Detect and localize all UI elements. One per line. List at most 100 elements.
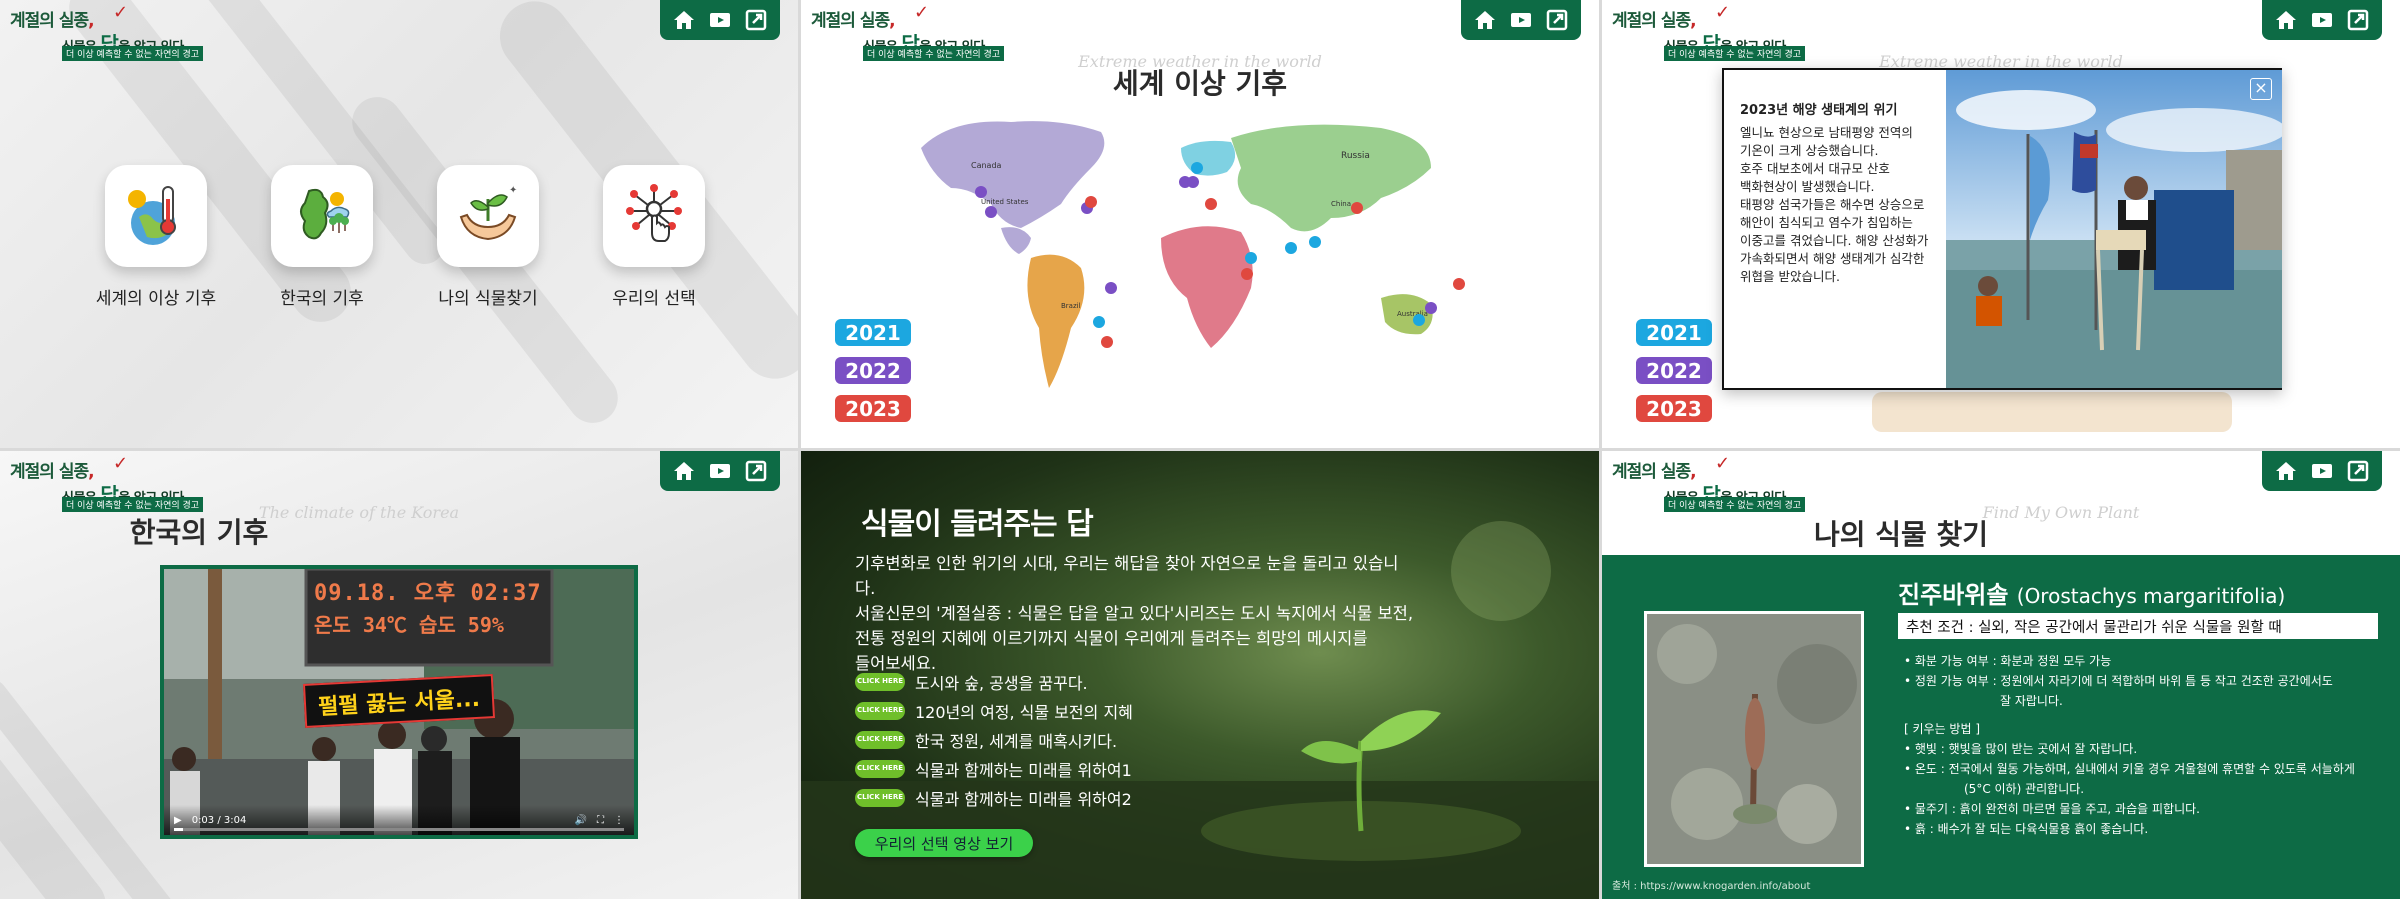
logo[interactable]: 계절의 실종, ✓ 식물은 답을 알고 있다. 더 이상 예측할 수 없는 자연…: [10, 2, 220, 62]
page-title: 식물이 들려주는 답: [861, 507, 1094, 542]
external-link-icon[interactable]: [742, 457, 770, 485]
popup-line: 태평양 섬국가들은 해수면 상승으로: [1740, 197, 1925, 212]
home-icon[interactable]: [2272, 457, 2300, 485]
fullscreen-icon[interactable]: ⛶: [597, 815, 604, 826]
our-choice-card[interactable]: [603, 165, 705, 267]
article-link[interactable]: CLICK HERE 120년의 여정, 식물 보전의 지혜: [855, 696, 1275, 725]
map-pin-2021[interactable]: [1093, 316, 1105, 328]
network-hand-icon: [626, 184, 682, 242]
external-link-icon[interactable]: [1543, 6, 1571, 34]
popup-line: 가속화되면서 해양 생태계가 심각한: [1740, 251, 1925, 266]
home-panel: 계절의 실종, ✓ 식물은 답을 알고 있다. 더 이상 예측할 수 없는 자연…: [0, 0, 798, 448]
home-item-label: 우리의 선택: [612, 289, 696, 309]
popup-line: 엘니뇨 현상으로 남태평양 전역의: [1740, 125, 1913, 140]
click-here-badge[interactable]: CLICK HERE: [855, 730, 905, 749]
logo-tagline: 더 이상 예측할 수 없는 자연의 경고: [62, 46, 204, 61]
volume-icon[interactable]: 🔊: [575, 815, 587, 826]
year-2023-button[interactable]: 2023: [835, 395, 911, 422]
my-plant-panel: 계절의 실종, ✓ 식물은 답을 알고 있다. 더 이상 예측할 수 없는 자연…: [1602, 451, 2400, 899]
year-2023-button[interactable]: 2023: [1636, 395, 1712, 422]
play-icon[interactable]: ▶: [174, 815, 182, 826]
click-here-badge[interactable]: CLICK HERE: [855, 788, 905, 807]
world-climate-card[interactable]: [105, 165, 207, 267]
play-icon[interactable]: [2308, 457, 2336, 485]
article-link[interactable]: CLICK HERE 도시와 숲, 공생을 꿈꾸다.: [855, 667, 1275, 696]
plant-photo: [1644, 611, 1864, 867]
watch-video-button[interactable]: 우리의 선택 영상 보기: [855, 829, 1033, 857]
external-link-icon[interactable]: [2344, 6, 2372, 34]
external-link-icon[interactable]: [2344, 457, 2372, 485]
top-nav: [2262, 451, 2382, 491]
top-nav: [660, 0, 780, 40]
close-button[interactable]: ×: [2250, 78, 2272, 100]
popup-line: 해안이 침식되고 염수가 침입하는: [1740, 215, 1913, 230]
popup-line: 기온이 크게 상승했습니다.: [1740, 143, 1879, 158]
top-nav: [1461, 0, 1581, 40]
article-list: CLICK HERE 도시와 숲, 공생을 꿈꾸다. CLICK HERE 120년…: [855, 667, 1275, 812]
popup-line: 호주 대보초에서 대규모 산호: [1740, 161, 1890, 176]
check-icon: ✓: [113, 2, 129, 23]
map-pin-2023[interactable]: [1205, 198, 1217, 210]
map-pin-2022[interactable]: [985, 206, 997, 218]
page-title: 나의 식물 찾기: [1813, 518, 1989, 551]
play-icon[interactable]: [706, 6, 734, 34]
home-item-label: 나의 식물찾기: [438, 289, 538, 309]
map-pin-2021[interactable]: [1191, 162, 1203, 174]
year-2022-button[interactable]: 2022: [1636, 357, 1712, 384]
map-pin-2021[interactable]: [1285, 242, 1297, 254]
click-here-badge[interactable]: CLICK HERE: [855, 759, 905, 778]
play-icon[interactable]: [2308, 6, 2336, 34]
map-pin-2023[interactable]: [1241, 268, 1253, 280]
home-item-label: 세계의 이상 기후: [95, 289, 217, 309]
video-progress-bar[interactable]: [174, 828, 624, 831]
my-plant-card[interactable]: ✦: [437, 165, 539, 267]
map-pin-2023[interactable]: [1453, 278, 1465, 290]
thermometer-globe-icon: [128, 186, 176, 245]
map-pin-2021[interactable]: [1413, 314, 1425, 326]
map-pin-2023[interactable]: [1101, 336, 1113, 348]
play-icon[interactable]: [1507, 6, 1535, 34]
top-nav: [2262, 0, 2382, 40]
source-link[interactable]: 출처 : https://www.knogarden.info/about: [1612, 877, 1810, 892]
article-link[interactable]: CLICK HERE 식물과 함께하는 미래를 위하여1: [855, 754, 1275, 783]
map-label: Canada: [971, 161, 1002, 170]
page-title: 한국의 기후: [129, 516, 269, 549]
check-icon: ✓: [1715, 2, 1731, 23]
article-link[interactable]: CLICK HERE 식물과 함께하는 미래를 위하여2: [855, 783, 1275, 812]
external-link-icon[interactable]: [742, 6, 770, 34]
plant-scientific-name: (Orostachys margaritifolia): [2016, 584, 2286, 608]
map-pin-2022[interactable]: [1105, 282, 1117, 294]
svg-text:✦: ✦: [509, 185, 517, 196]
map-pin-2022[interactable]: [1187, 176, 1199, 188]
korea-map-icon: [300, 188, 350, 240]
year-2022-button[interactable]: 2022: [835, 357, 911, 384]
map-pin-2023[interactable]: [1351, 202, 1363, 214]
map-pin-2022[interactable]: [1425, 302, 1437, 314]
map-pin-2022[interactable]: [975, 186, 987, 198]
map-label: Russia: [1341, 151, 1370, 161]
sprout-hands-icon: ✦: [459, 185, 517, 241]
map-pin-2021[interactable]: [1309, 236, 1321, 248]
year-2021-button[interactable]: 2021: [835, 319, 911, 346]
more-icon[interactable]: ⋮: [614, 815, 624, 826]
home-icon[interactable]: [670, 457, 698, 485]
video-time: 0:03 / 3:04: [191, 814, 247, 826]
home-icon[interactable]: [670, 6, 698, 34]
korea-climate-card[interactable]: [271, 165, 373, 267]
click-here-badge[interactable]: CLICK HERE: [855, 672, 905, 691]
video-player[interactable]: 09.18. 오후 02:37 온도 34℃ 습도 59% 펄펄 끓는 서울..…: [160, 565, 638, 839]
popup-title: 2023년 해양 생태계의 위기: [1740, 103, 1898, 118]
sign-time: 09.18. 오후 02:37: [314, 581, 542, 606]
click-here-badge[interactable]: CLICK HERE: [855, 701, 905, 720]
article-link[interactable]: CLICK HERE 한국 정원, 세계를 매혹시키다.: [855, 725, 1275, 754]
map-pin-2023[interactable]: [1085, 196, 1097, 208]
year-2021-button[interactable]: 2021: [1636, 319, 1712, 346]
home-icon[interactable]: [1471, 6, 1499, 34]
popup-photo: ×: [1946, 70, 2282, 388]
play-icon[interactable]: [706, 457, 734, 485]
plant-answer-panel: 식물이 들려주는 답 기후변화로 인한 위기의 시대, 우리는 해답을 찾아 자…: [801, 451, 1599, 899]
map-pin-2021[interactable]: [1245, 252, 1257, 264]
map-label: Greenland: [1101, 121, 1143, 130]
home-icon[interactable]: [2272, 6, 2300, 34]
map-label: China: [1331, 200, 1351, 208]
